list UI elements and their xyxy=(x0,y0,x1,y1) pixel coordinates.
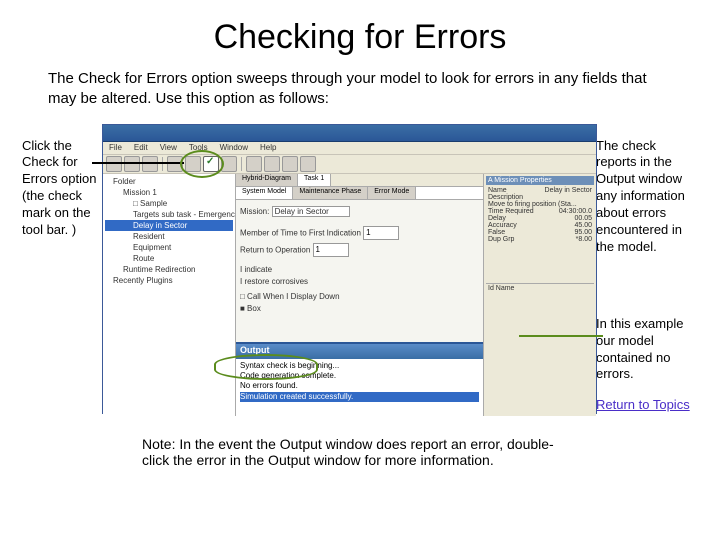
left-callout: Click the Check for Errors option (the c… xyxy=(22,138,112,239)
output-line[interactable]: No errors found. xyxy=(240,381,479,391)
return-link[interactable]: Return to Topics xyxy=(596,397,690,412)
mission-combo[interactable]: Delay in Sector xyxy=(272,206,350,217)
tree-item-selected[interactable]: Delay in Sector xyxy=(105,220,233,231)
toolbar-button[interactable] xyxy=(246,156,262,172)
document-tabs: Hybrid-Diagram Task 1 xyxy=(236,174,483,187)
form-input[interactable] xyxy=(313,243,349,257)
inner-tabs: System Model Maintenance Phase Error Mod… xyxy=(236,187,483,200)
right-callout-1: The check reports in the Output window a… xyxy=(596,138,698,256)
toolbar-button[interactable] xyxy=(124,156,140,172)
form-label: I restore corrosives xyxy=(240,277,479,286)
toolbar-button[interactable] xyxy=(142,156,158,172)
form-label: I indicate xyxy=(240,265,479,274)
tree-item[interactable]: Recently Plugins xyxy=(105,275,233,286)
toolbar-button[interactable] xyxy=(106,156,122,172)
tree-item[interactable]: Mission 1 xyxy=(105,187,233,198)
tab[interactable]: Hybrid-Diagram xyxy=(236,174,298,186)
annotation-ellipse-icon xyxy=(180,150,224,178)
right-callout-2: In this example our model contained no e… xyxy=(596,316,698,384)
id-panel-header: Id Name xyxy=(486,283,594,293)
properties-panel: A Mission Properties NameDelay in Sector… xyxy=(483,174,596,416)
annotation-line xyxy=(92,162,184,164)
menu-item[interactable]: Edit xyxy=(128,142,154,154)
app-screenshot: File Edit View Tools Window Help Folder xyxy=(102,124,597,414)
menu-item[interactable]: View xyxy=(154,142,183,154)
intro-text: The Check for Errors option sweeps throu… xyxy=(48,69,672,110)
bottom-note: Note: In the event the Output window doe… xyxy=(142,436,578,468)
annotation-line xyxy=(519,335,603,339)
tree-item[interactable]: □ Sample xyxy=(105,198,233,209)
toolbar-button[interactable] xyxy=(282,156,298,172)
tree-item[interactable]: Folder xyxy=(105,176,233,187)
toolbar xyxy=(103,155,596,174)
tab[interactable]: Error Mode xyxy=(368,187,416,199)
tree-navigator[interactable]: Folder Mission 1 □ Sample Targets sub ta… xyxy=(103,174,236,416)
toolbar-button[interactable] xyxy=(264,156,280,172)
tree-item[interactable]: Route xyxy=(105,253,233,264)
window-titlebar xyxy=(103,125,596,142)
form-label: Return to Operation xyxy=(240,245,310,254)
page-title: Checking for Errors xyxy=(0,18,720,57)
tab[interactable]: System Model xyxy=(236,187,293,199)
properties-header: A Mission Properties xyxy=(486,176,594,185)
checkbox-label[interactable]: ■ Box xyxy=(240,304,479,313)
menu-item[interactable]: Window xyxy=(214,142,254,154)
right-callouts: The check reports in the Output window a… xyxy=(596,138,698,415)
menu-item[interactable]: Help xyxy=(254,142,282,154)
tab-active[interactable]: Task 1 xyxy=(298,174,331,186)
combo-label: Mission: xyxy=(240,207,269,216)
output-line-selected[interactable]: Simulation created successfully. xyxy=(240,392,479,402)
checkbox-label[interactable]: □ Call When I Display Down xyxy=(240,292,479,301)
tree-item[interactable]: Equipment xyxy=(105,242,233,253)
tree-item[interactable]: Targets sub task - Emergency Safety Rev. xyxy=(105,209,233,220)
form-label: Member of xyxy=(240,228,278,237)
menu-item[interactable]: File xyxy=(103,142,128,154)
toolbar-button[interactable] xyxy=(300,156,316,172)
tree-item[interactable]: Resident xyxy=(105,231,233,242)
form-label: Time to First Indication xyxy=(280,228,361,237)
form-input[interactable] xyxy=(363,226,399,240)
content-area: Click the Check for Errors option (the c… xyxy=(22,124,698,468)
tab[interactable]: Maintenance Phase xyxy=(293,187,368,199)
menubar: File Edit View Tools Window Help xyxy=(103,142,596,155)
tree-item[interactable]: Runtime Redirection xyxy=(105,264,233,275)
annotation-ellipse-icon xyxy=(214,354,318,380)
